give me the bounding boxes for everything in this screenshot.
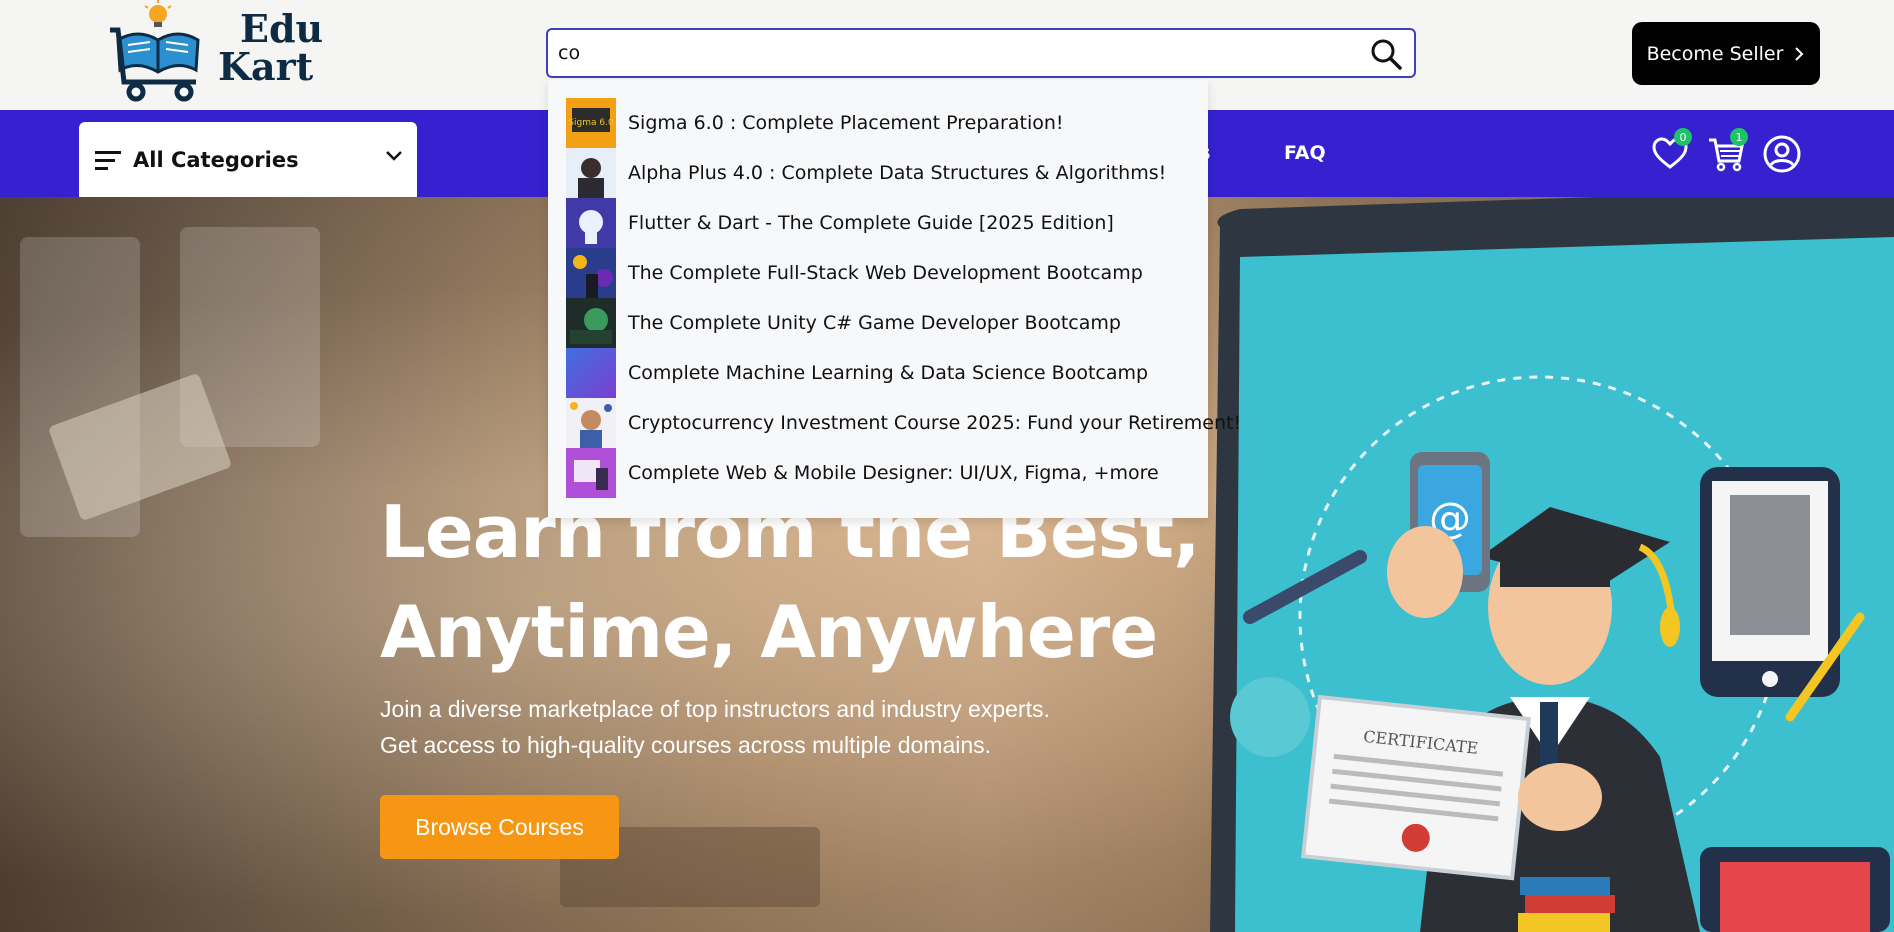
course-thumbnail (566, 248, 616, 298)
chevron-right-icon (1795, 46, 1804, 61)
course-thumbnail (566, 448, 616, 498)
hero-title-line2: Anytime, Anywhere (380, 590, 1158, 674)
suggestion-item[interactable]: Sigma 6.0 Sigma 6.0 : Complete Placement… (566, 98, 1206, 148)
book-cart-logo-icon (110, 0, 200, 102)
hero-subtitle-line2: Get access to high-quality courses acros… (380, 732, 992, 758)
account-button[interactable] (1762, 134, 1802, 174)
course-thumbnail: Sigma 6.0 (566, 98, 616, 148)
suggestion-item[interactable]: The Complete Full-Stack Web Development … (566, 248, 1206, 298)
all-categories-dropdown[interactable]: All Categories (79, 122, 417, 197)
cart-count-badge: 1 (1730, 128, 1748, 146)
nav-link-faq[interactable]: FAQ (1284, 142, 1326, 164)
search-icon[interactable] (1368, 36, 1404, 72)
course-thumbnail (566, 148, 616, 198)
become-seller-button[interactable]: Become Seller (1632, 22, 1820, 85)
brand-name-line2: Kart (218, 44, 314, 89)
course-thumbnail (566, 298, 616, 348)
wishlist-count-badge: 0 (1674, 128, 1692, 146)
course-thumbnail (566, 198, 616, 248)
course-thumbnail (566, 348, 616, 398)
suggestion-item[interactable]: Complete Web & Mobile Designer: UI/UX, F… (566, 448, 1206, 498)
user-account-icon (1763, 135, 1801, 173)
search-suggestions-dropdown: Sigma 6.0 Sigma 6.0 : Complete Placement… (548, 80, 1241, 518)
suggestion-item[interactable]: Alpha Plus 4.0 : Complete Data Structure… (566, 148, 1206, 198)
brand-name[interactable]: Edu Kart (218, 10, 323, 86)
suggestion-item[interactable]: Complete Machine Learning & Data Science… (566, 348, 1206, 398)
suggestion-label: The Complete Full-Stack Web Development … (628, 262, 1143, 284)
suggestion-label: Flutter & Dart - The Complete Guide [202… (628, 212, 1114, 234)
graduate-laptop-illustration: @ CERTIFICATE (1210, 197, 1894, 932)
browse-courses-button[interactable]: Browse Courses (380, 795, 619, 859)
suggestion-label: Sigma 6.0 : Complete Placement Preparati… (628, 112, 1064, 134)
search-bar (546, 28, 1416, 78)
menu-icon (95, 150, 121, 170)
hero-subtitle: Join a diverse marketplace of top instru… (380, 691, 1200, 763)
suggestion-label: Cryptocurrency Investment Course 2025: F… (628, 412, 1242, 434)
chevron-down-icon (386, 151, 402, 161)
suggestion-label: The Complete Unity C# Game Developer Boo… (628, 312, 1121, 334)
suggestion-label: Alpha Plus 4.0 : Complete Data Structure… (628, 162, 1167, 184)
become-seller-label: Become Seller (1646, 42, 1784, 65)
svg-text:Sigma 6.0: Sigma 6.0 (568, 118, 614, 128)
wishlist-button[interactable]: 0 (1650, 128, 1692, 174)
all-categories-label: All Categories (133, 147, 299, 172)
search-input[interactable] (558, 38, 1338, 68)
suggestion-item[interactable]: The Complete Unity C# Game Developer Boo… (566, 298, 1206, 348)
suggestion-label: Complete Web & Mobile Designer: UI/UX, F… (628, 462, 1159, 484)
hero-subtitle-line1: Join a diverse marketplace of top instru… (380, 696, 1050, 722)
course-thumbnail (566, 398, 616, 448)
suggestion-item[interactable]: Flutter & Dart - The Complete Guide [202… (566, 198, 1206, 248)
cart-button[interactable]: 1 (1706, 128, 1748, 174)
suggestion-label: Complete Machine Learning & Data Science… (628, 362, 1149, 384)
suggestion-item[interactable]: Cryptocurrency Investment Course 2025: F… (566, 398, 1241, 448)
brand-name-line1: Edu (240, 6, 324, 51)
